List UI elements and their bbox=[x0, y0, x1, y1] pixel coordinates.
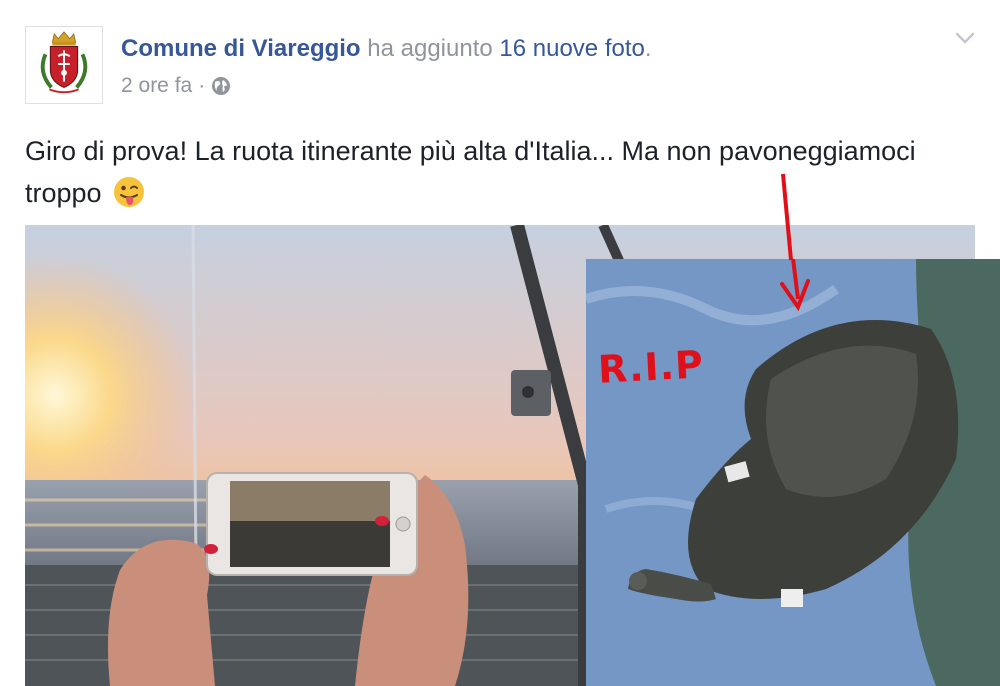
action-suffix: . bbox=[644, 35, 652, 62]
post-message: Giro di prova! La ruota itinerante più a… bbox=[25, 130, 985, 214]
globe-icon[interactable] bbox=[211, 76, 231, 96]
timestamp-link[interactable]: 2 ore fa bbox=[121, 72, 192, 100]
meta-separator: · bbox=[198, 74, 206, 97]
post-meta: 2 ore fa · bbox=[121, 72, 231, 100]
chevron-down-icon[interactable] bbox=[954, 30, 976, 46]
rip-annotation: R.I.P bbox=[596, 342, 705, 392]
red-arrow-shaft bbox=[781, 173, 793, 261]
winking-tongue-emoji-icon bbox=[113, 176, 145, 208]
action-text: ha aggiunto bbox=[367, 35, 493, 62]
rip-overlay-photo: R.I.P bbox=[586, 259, 1000, 686]
page-name-link[interactable]: Comune di Viareggio bbox=[121, 35, 361, 62]
post-header: Comune di Viareggio ha aggiunto 16 nuove… bbox=[121, 34, 652, 64]
facebook-post-card: Comune di Viareggio ha aggiunto 16 nuove… bbox=[0, 0, 1000, 686]
photo-count-link[interactable]: 16 nuove foto bbox=[499, 35, 644, 62]
page-avatar[interactable] bbox=[25, 26, 103, 104]
coat-of-arms-icon bbox=[26, 27, 102, 103]
dead-bird-illustration bbox=[586, 259, 1000, 686]
